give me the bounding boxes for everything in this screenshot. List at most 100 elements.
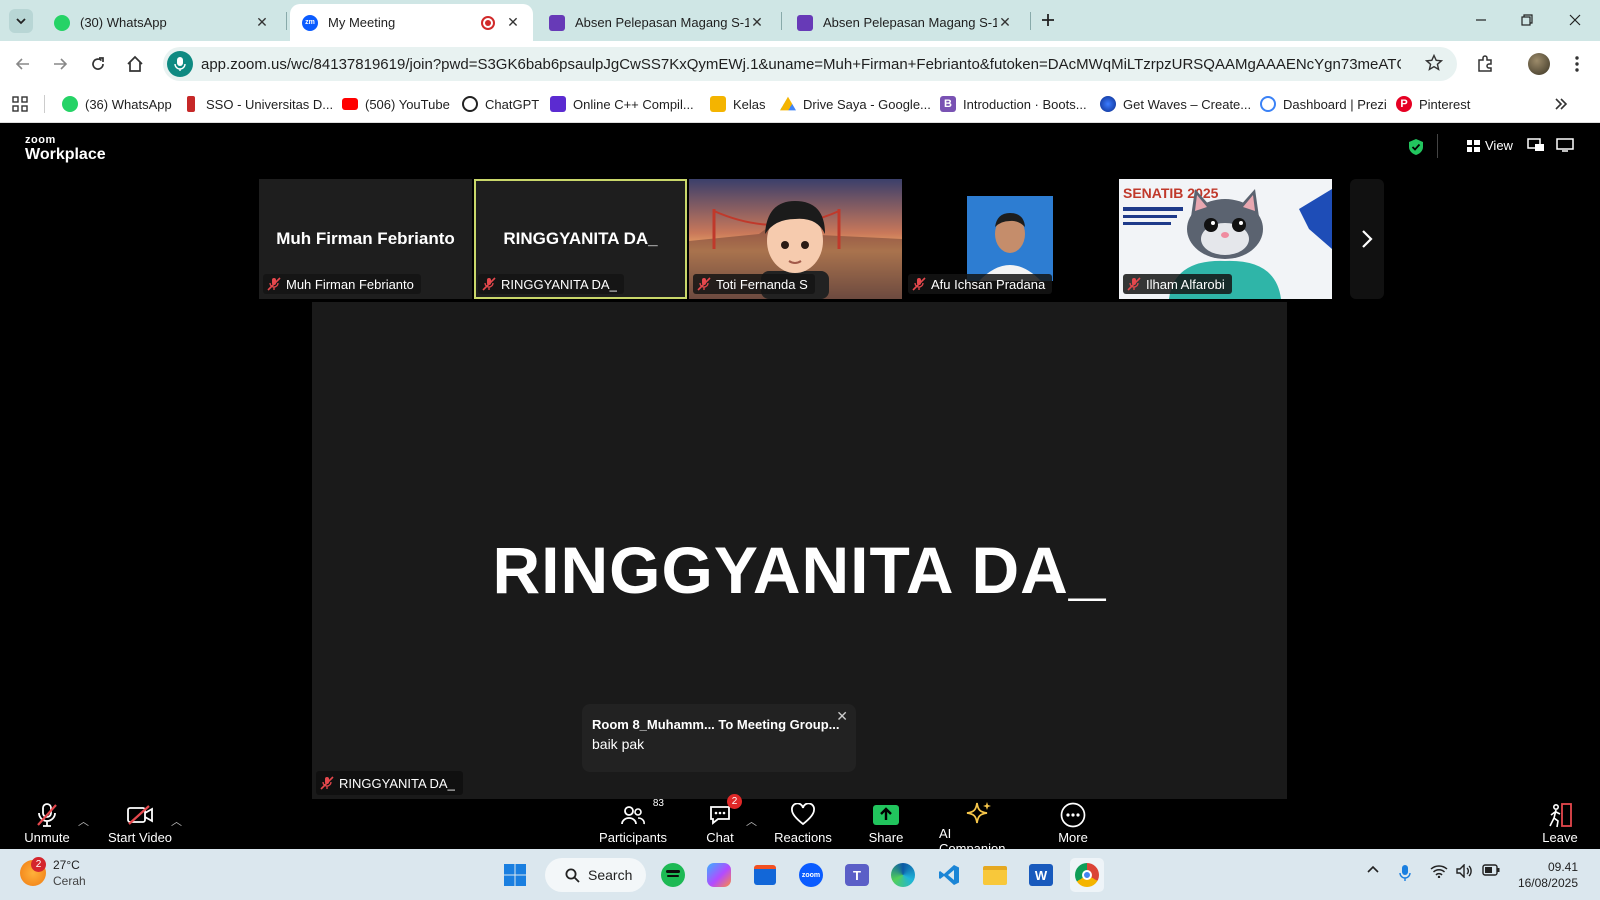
tab-my-meeting[interactable]: zm My Meeting ✕ [290, 4, 533, 41]
site-info-button[interactable] [167, 51, 193, 77]
folder-icon [983, 865, 1007, 885]
start-button[interactable] [498, 858, 532, 892]
participant-tile[interactable]: Toti Fernanda S [689, 179, 902, 299]
bookmark-label: Get Waves – Create... [1123, 96, 1252, 112]
fullscreen-button[interactable] [1556, 138, 1574, 152]
close-tab-icon[interactable]: ✕ [749, 14, 765, 31]
profile-avatar[interactable] [1524, 49, 1554, 79]
share-button[interactable]: Share [866, 800, 906, 849]
participant-tile[interactable]: Muh Firman Febrianto Muh Firman Febriant… [259, 179, 472, 299]
close-tab-icon[interactable]: ✕ [254, 14, 270, 31]
participant-label-text: Toti Fernanda S [716, 276, 808, 292]
video-options-caret[interactable]: ︿ [171, 813, 182, 829]
bookmark-chatgpt[interactable]: ChatGPT [462, 95, 539, 113]
tab-absen-2[interactable]: Absen Pelepasan Magang S-1 T ✕ [785, 4, 1025, 41]
tray-volume[interactable] [1456, 864, 1474, 878]
extensions-button[interactable] [1470, 49, 1500, 79]
leave-button[interactable]: Leave [1540, 800, 1580, 849]
bookmark-drive[interactable]: Drive Saya - Google... [780, 95, 931, 113]
gallery-next-button[interactable] [1350, 179, 1384, 299]
more-button[interactable]: More [1053, 800, 1093, 849]
temperature: 27°C [53, 858, 80, 872]
participant-tile[interactable]: SENATIB 2025 Ilham Alfarobi [1119, 179, 1332, 299]
chrome-icon [1075, 863, 1099, 887]
taskbar-file-explorer[interactable] [978, 858, 1012, 892]
chevron-up-icon [1367, 865, 1379, 873]
audio-options-caret[interactable]: ︿ [78, 813, 89, 829]
close-tab-icon[interactable]: ✕ [997, 14, 1013, 31]
tab-absen-1[interactable]: Absen Pelepasan Magang S-1 T ✕ [537, 4, 777, 41]
more-bookmarks-button[interactable] [1554, 95, 1568, 113]
close-window-button[interactable] [1560, 8, 1590, 32]
taskbar-zoom[interactable]: zoom [794, 858, 828, 892]
participant-tile[interactable]: Afu Ichsan Pradana [904, 179, 1117, 299]
tray-battery[interactable] [1482, 864, 1500, 876]
bookmark-whatsapp[interactable]: (36) WhatsApp [62, 95, 172, 113]
weather-widget[interactable]: 2 27°C Cerah [20, 857, 86, 889]
chat-options-caret[interactable]: ︿ [746, 813, 757, 829]
bookmark-bootstrap[interactable]: B Introduction · Boots... [940, 95, 1087, 113]
participants-button[interactable]: 83 Participants [599, 798, 667, 849]
taskbar-spotify[interactable] [656, 858, 690, 892]
whatsapp-icon [54, 14, 70, 31]
apps-button[interactable] [12, 95, 28, 113]
reactions-button[interactable]: Reactions [774, 800, 832, 849]
taskbar-search[interactable]: Search [545, 858, 646, 892]
participants-icon [621, 806, 645, 825]
bookmark-pinterest[interactable]: P Pinterest [1396, 95, 1470, 113]
chatgpt-icon [462, 96, 478, 112]
chat-notification[interactable]: Room 8_Muhamm... To Meeting Group... bai… [582, 704, 856, 772]
tab-search-button[interactable] [9, 9, 33, 33]
bookmark-kelas[interactable]: Kelas [710, 95, 766, 113]
reload-button[interactable] [83, 49, 113, 79]
taskbar-chrome[interactable] [1070, 858, 1104, 892]
reload-icon [92, 57, 104, 70]
bookmark-sso[interactable]: SSO - Universitas D... [183, 95, 333, 113]
tray-wifi[interactable] [1430, 864, 1448, 878]
unmute-button[interactable]: Unmute [20, 800, 74, 849]
show-hidden-icons[interactable] [1366, 864, 1380, 874]
taskbar-store[interactable] [748, 858, 782, 892]
chat-button[interactable]: 2 Chat [702, 794, 742, 849]
minimize-button[interactable] [1466, 8, 1496, 32]
view-button[interactable]: View [1467, 138, 1513, 153]
tray-microphone[interactable] [1399, 864, 1411, 882]
bookmark-prezi[interactable]: Dashboard | Prezi [1260, 95, 1387, 113]
encryption-shield[interactable] [1408, 138, 1424, 156]
home-button[interactable] [120, 49, 150, 79]
taskbar-clock[interactable]: 09.41 16/08/2025 [1518, 859, 1578, 891]
taskbar-copilot[interactable] [702, 858, 736, 892]
bookmark-waves[interactable]: Get Waves – Create... [1100, 95, 1251, 113]
address-bar[interactable]: app.zoom.us/wc/84137819619/join?pwd=S3GK… [163, 47, 1457, 81]
bookmark-youtube[interactable]: (506) YouTube [342, 95, 450, 113]
participant-tile-active-speaker[interactable]: RINGGYANITA DA_ RINGGYANITA DA_ [474, 179, 687, 299]
bookmark-cpp-compiler[interactable]: Online C++ Compil... [550, 95, 694, 113]
close-notification-icon[interactable]: ✕ [836, 708, 848, 725]
bookmark-label: SSO - Universitas D... [206, 96, 334, 112]
more-label: More [1058, 830, 1088, 845]
browser-menu-button[interactable] [1562, 49, 1592, 79]
arrow-left-icon [15, 58, 29, 70]
bookmark-star-button[interactable] [1424, 53, 1444, 77]
search-icon [565, 868, 580, 883]
bookmark-label: Pinterest [1419, 96, 1471, 112]
picture-in-picture-button[interactable] [1527, 138, 1545, 152]
tab-separator [781, 12, 782, 30]
taskbar-vscode[interactable] [932, 858, 966, 892]
new-tab-button[interactable] [1033, 8, 1063, 32]
tab-whatsapp[interactable]: (30) WhatsApp ✕ [42, 4, 282, 41]
close-tab-icon[interactable]: ✕ [505, 14, 521, 31]
restore-button[interactable] [1512, 8, 1542, 32]
participant-label-text: Ilham Alfarobi [1146, 276, 1225, 292]
bookmark-label: Dashboard | Prezi [1283, 96, 1387, 112]
start-video-button[interactable]: Start Video [107, 800, 173, 849]
taskbar-teams[interactable]: T [840, 858, 874, 892]
taskbar-edge[interactable] [886, 858, 920, 892]
taskbar-word[interactable]: W [1024, 858, 1058, 892]
forward-button[interactable] [45, 49, 75, 79]
back-button[interactable] [8, 49, 38, 79]
muted-mic-icon [697, 277, 711, 291]
clock-time: 09.41 [1547, 860, 1578, 874]
speaker-icon [1456, 864, 1472, 878]
ai-companion-button[interactable]: AI Companion [939, 800, 1019, 856]
